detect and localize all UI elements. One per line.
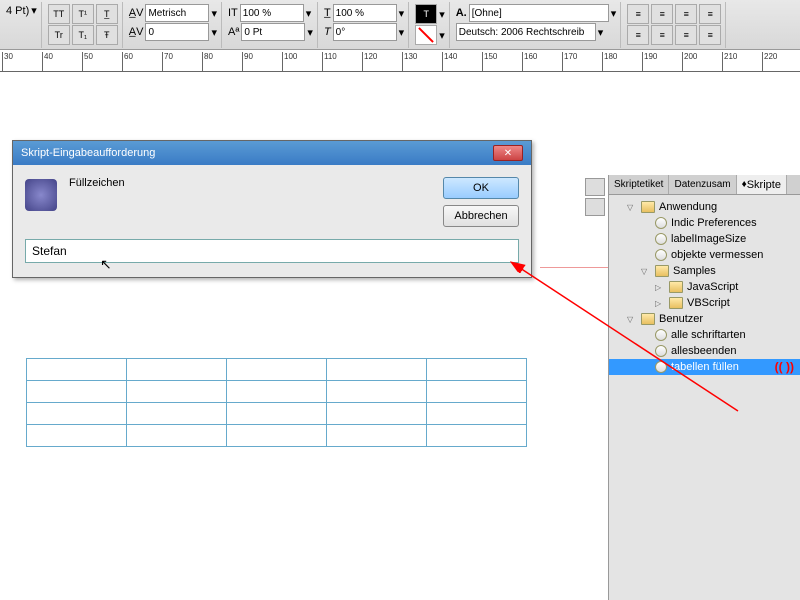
aa-icon: Aª: [228, 26, 239, 38]
ruler-tick: 100: [282, 52, 297, 71]
tree-anwendung[interactable]: ▽Anwendung: [609, 199, 800, 215]
highlight-ring-icon: (( )): [775, 360, 794, 374]
top-toolbar: 4 Pt)▾ TT T¹ T̲ Tr T₁ Ŧ A̲V▾ A̲V▾ IT▾ Aª…: [0, 0, 800, 50]
tree-javascript[interactable]: ▷JavaScript: [609, 279, 800, 295]
justify-all-btn[interactable]: ≡: [699, 25, 721, 45]
justify-btn[interactable]: ≡: [699, 4, 721, 24]
ruler-tick: 210: [722, 52, 737, 71]
tab-scriptlabel[interactable]: Skriptetiket: [609, 175, 669, 194]
tree-labelimg[interactable]: labelImageSize: [609, 231, 800, 247]
t-hscale-icon: T̲: [324, 7, 331, 19]
script-prompt-dialog: Skript-Eingabeaufforderung ✕ Füllzeichen…: [12, 140, 532, 278]
justify-right-btn[interactable]: ≡: [675, 25, 697, 45]
hscale-select[interactable]: [333, 4, 397, 22]
skew-select[interactable]: [333, 23, 397, 41]
tab-scripts[interactable]: ♦ Skripte: [737, 175, 787, 194]
dialog-titlebar[interactable]: Skript-Eingabeaufforderung ✕: [13, 141, 531, 165]
scripts-tree: ▽Anwendung Indic Preferences labelImageS…: [609, 195, 800, 379]
horizontal-ruler: 30 40 50 60 70 80 90 100 110 120 130 140 150 160 170 18…: [0, 52, 800, 72]
tracking-select[interactable]: [145, 23, 209, 41]
skew-icon: T: [324, 26, 331, 38]
kerning-select[interactable]: [145, 4, 209, 22]
document-table[interactable]: [26, 358, 527, 447]
charstyle-select[interactable]: [469, 4, 609, 22]
strike-t-btn[interactable]: Ŧ: [96, 25, 118, 45]
close-button[interactable]: ✕: [493, 145, 523, 161]
ruler-tick: 130: [402, 52, 417, 71]
under-t-btn[interactable]: T̲: [96, 4, 118, 24]
ruler-tick: 70: [162, 52, 173, 71]
tree-benutzer[interactable]: ▽Benutzer: [609, 311, 800, 327]
tr-btn[interactable]: Tr: [48, 25, 70, 45]
tree-allesbeenden[interactable]: allesbeenden: [609, 343, 800, 359]
ruler-tick: 200: [682, 52, 697, 71]
ruler-tick: 30: [2, 52, 13, 71]
align-right-btn[interactable]: ≡: [675, 4, 697, 24]
tree-vbscript[interactable]: ▷VBScript: [609, 295, 800, 311]
ruler-tick: 60: [122, 52, 133, 71]
script-icon: [25, 179, 57, 211]
t1-btn[interactable]: T¹: [72, 4, 94, 24]
tt-btn[interactable]: TT: [48, 4, 70, 24]
char-style-icon: A.: [456, 7, 467, 19]
ruler-tick: 80: [202, 52, 213, 71]
ruler-tick: 110: [322, 52, 337, 71]
t-fill-btn[interactable]: T: [415, 4, 437, 24]
panel-tabs: Skriptetiket Datenzusam ♦ Skripte: [609, 175, 800, 195]
tree-alleschrift[interactable]: alle schriftarten: [609, 327, 800, 343]
tree-samples[interactable]: ▽Samples: [609, 263, 800, 279]
ok-button[interactable]: OK: [443, 177, 519, 199]
table-row: [27, 359, 527, 381]
align-center-btn[interactable]: ≡: [651, 4, 673, 24]
panel-collapse-buttons: [585, 178, 605, 216]
panel-btn-2[interactable]: [585, 198, 605, 216]
av2-icon: A̲V: [129, 26, 144, 38]
ruler-tick: 90: [242, 52, 253, 71]
ruler-tick: 150: [482, 52, 497, 71]
cancel-button[interactable]: Abbrechen: [443, 205, 519, 227]
ruler-tick: 120: [362, 52, 377, 71]
scripts-panel: Skriptetiket Datenzusam ♦ Skripte ▽Anwen…: [608, 175, 800, 600]
t-sub-btn[interactable]: T₁: [72, 25, 94, 45]
dialog-prompt-label: Füllzeichen: [69, 177, 431, 189]
t-stroke-btn[interactable]: [415, 25, 437, 45]
vscale-select[interactable]: [240, 4, 304, 22]
ruler-tick: 180: [602, 52, 617, 71]
ruler-tick: 190: [642, 52, 657, 71]
table-row: [27, 425, 527, 447]
av-icon: A̲V: [129, 7, 144, 19]
table-row: [27, 403, 527, 425]
justify-center-btn[interactable]: ≡: [651, 25, 673, 45]
pt-label: 4 Pt): [6, 5, 29, 17]
cursor-icon: ↖: [100, 256, 112, 273]
tab-datamerge[interactable]: Datenzusam: [669, 175, 736, 194]
ruler-tick: 40: [42, 52, 53, 71]
tree-indic[interactable]: Indic Preferences: [609, 215, 800, 231]
justify-left-btn[interactable]: ≡: [627, 25, 649, 45]
ruler-tick: 160: [522, 52, 537, 71]
ruler-tick: 50: [82, 52, 93, 71]
tree-objekte[interactable]: objekte vermessen: [609, 247, 800, 263]
baseline-select[interactable]: [241, 23, 305, 41]
table-row: [27, 381, 527, 403]
dialog-title-text: Skript-Eingabeaufforderung: [21, 147, 155, 159]
it-icon: IT: [228, 7, 238, 19]
ruler-tick: 170: [562, 52, 577, 71]
tree-tabellen-fuellen[interactable]: tabellen füllen(( )): [609, 359, 800, 375]
ruler-tick: 140: [442, 52, 457, 71]
align-left-btn[interactable]: ≡: [627, 4, 649, 24]
ruler-tick: 220: [762, 52, 777, 71]
lang-select[interactable]: [456, 23, 596, 41]
panel-btn-1[interactable]: [585, 178, 605, 196]
